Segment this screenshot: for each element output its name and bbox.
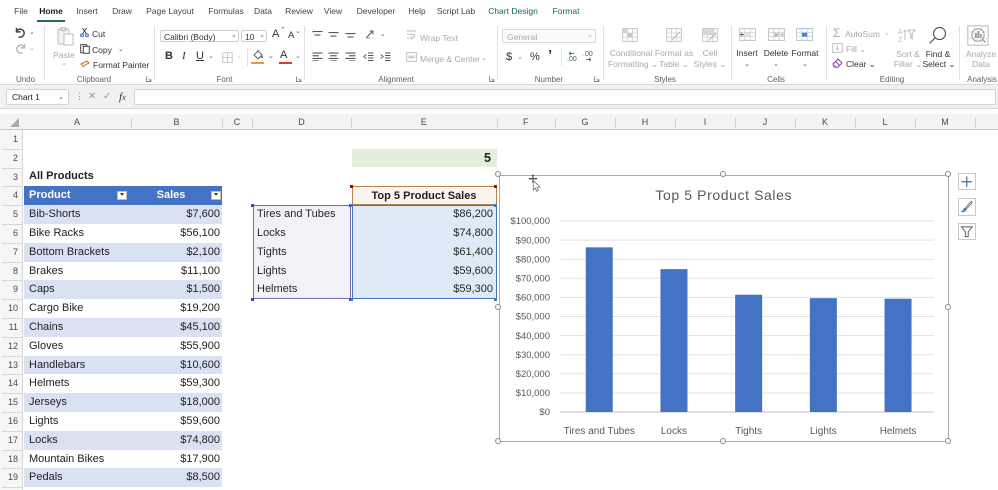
svg-text:$0: $0 [539, 407, 550, 418]
svg-text:$30,000: $30,000 [516, 349, 550, 360]
svg-text:Tires and Tubes: Tires and Tubes [564, 426, 635, 437]
svg-text:$40,000: $40,000 [516, 330, 550, 341]
svg-text:Helmets: Helmets [880, 426, 917, 437]
svg-text:A: A [898, 29, 903, 36]
svg-text:$50,000: $50,000 [516, 311, 550, 322]
svg-text:Tights: Tights [735, 426, 762, 437]
svg-text:Locks: Locks [661, 426, 687, 437]
svg-text:Lights: Lights [810, 426, 837, 437]
svg-text:$90,000: $90,000 [516, 235, 550, 246]
svg-text:$70,000: $70,000 [516, 273, 550, 284]
svg-text:$80,000: $80,000 [516, 254, 550, 265]
svg-text:$100,000: $100,000 [510, 216, 550, 227]
svg-text:Z: Z [898, 37, 903, 43]
svg-text:.00: .00 [567, 56, 577, 62]
svg-text:$60,000: $60,000 [516, 292, 550, 303]
svg-text:$10,000: $10,000 [516, 388, 550, 399]
svg-text:.00: .00 [583, 51, 593, 58]
svg-text:$20,000: $20,000 [516, 369, 550, 380]
